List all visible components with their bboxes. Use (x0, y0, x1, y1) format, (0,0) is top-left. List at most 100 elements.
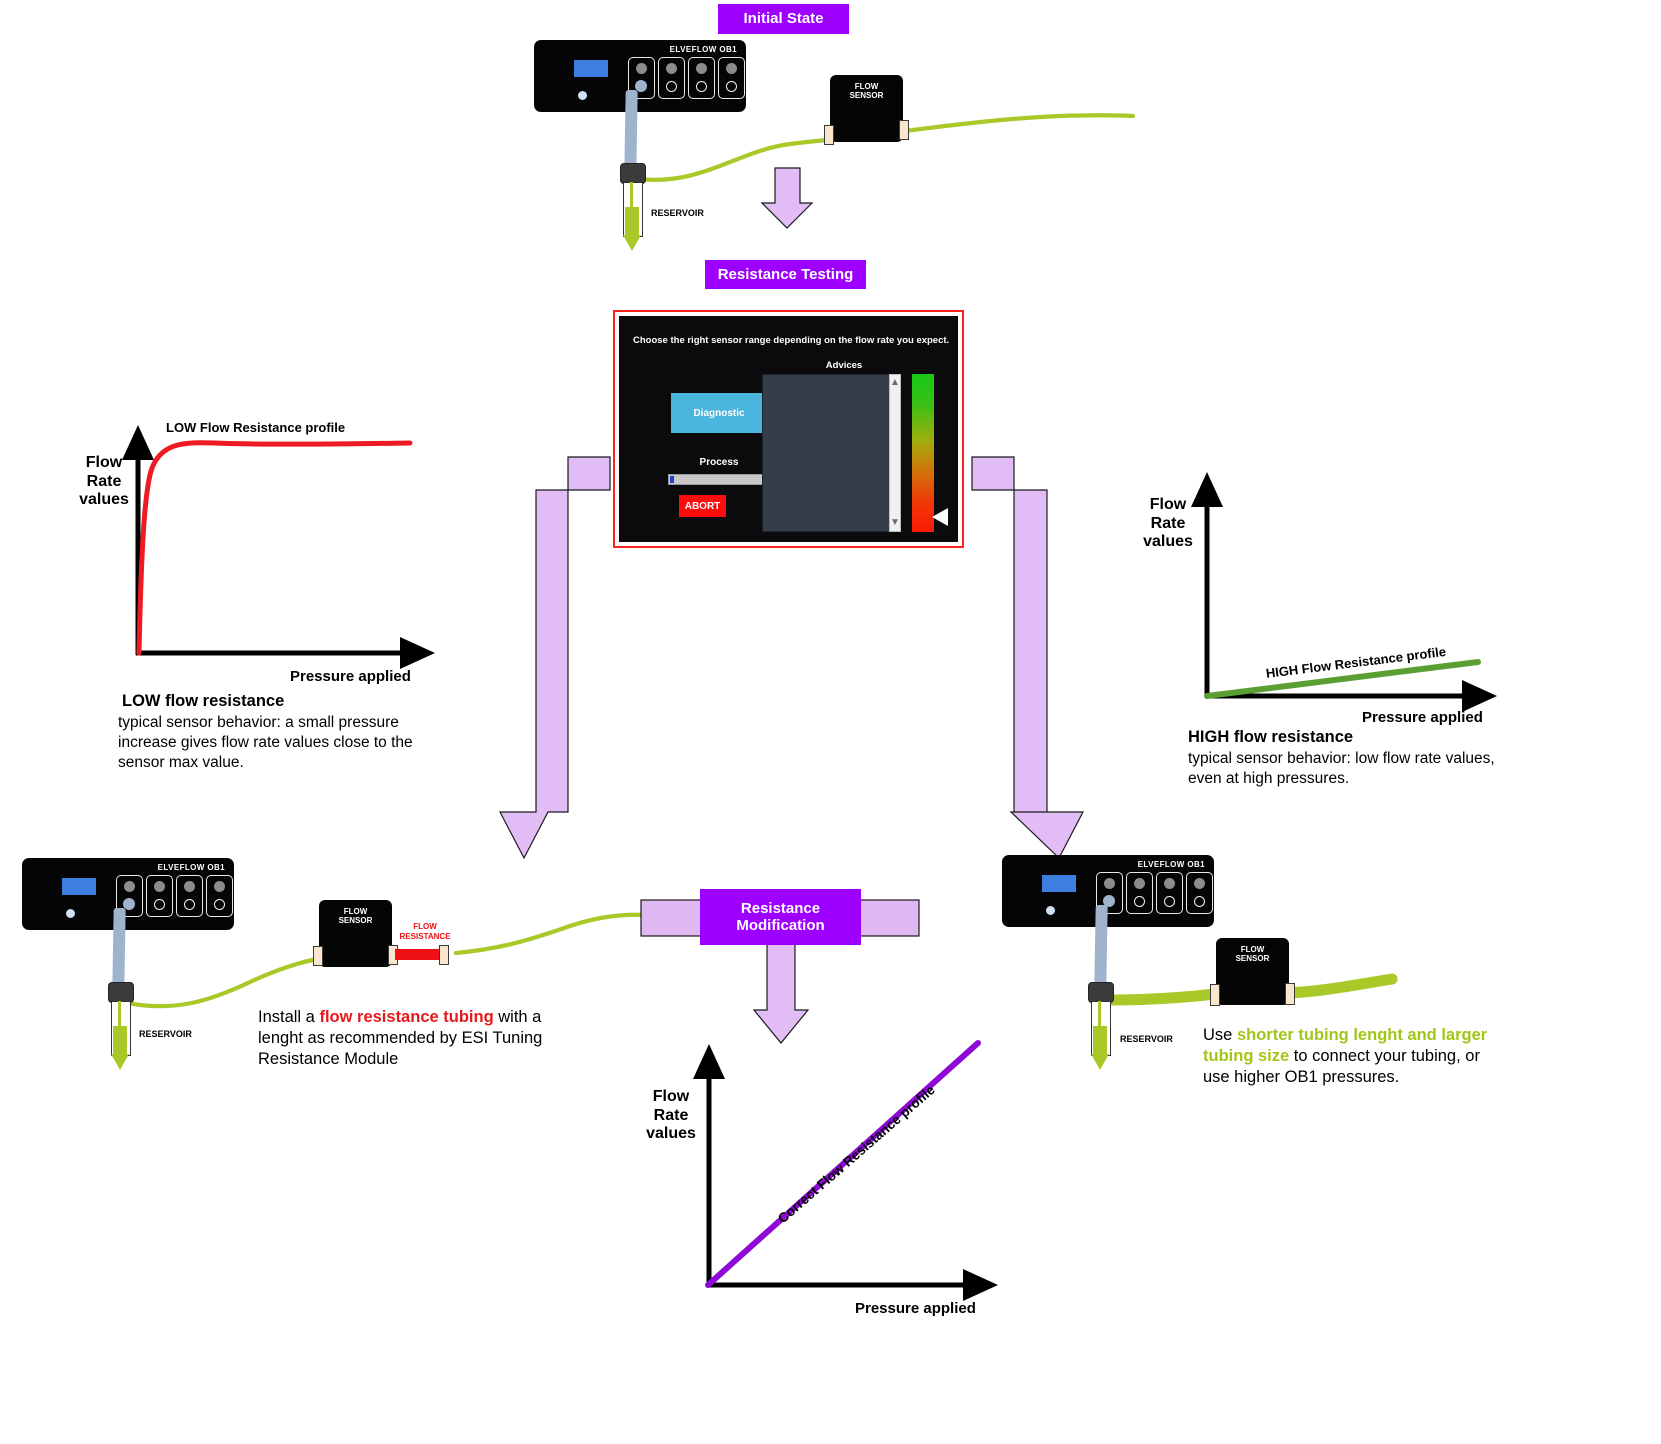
ob1-controller-bottomright[interactable]: ELVEFLOW OB1 (1002, 855, 1214, 927)
stage-label-initial: Initial State (718, 4, 849, 34)
flow-resistance-label: FLOW RESISTANCE (389, 922, 461, 941)
ob1-power-led-top (578, 91, 587, 100)
ob1-title-top: ELVEFLOW OB1 (669, 45, 737, 54)
ob1-title-bottomleft: ELVEFLOW OB1 (157, 863, 225, 872)
ob1-port-2-top-dot (666, 63, 677, 74)
ob1-port-4-bottomright[interactable] (1186, 872, 1213, 914)
ob1-port-4-bottomleft-dot (214, 881, 225, 892)
reservoir-cap-top (620, 163, 646, 184)
ob1-power-led-bottomleft (66, 909, 75, 918)
stage-label-modification-text: Resistance Modification (736, 899, 825, 934)
ob1-port-3-bottomleft[interactable] (176, 875, 203, 917)
advice-right-text: Use shorter tubing lenght and larger tub… (1203, 1025, 1503, 1088)
flow-resistance-label-1: FLOW (413, 922, 437, 931)
pressure-line-bottomright (1094, 904, 1108, 988)
reservoir-liquid-bottomleft (113, 1026, 127, 1054)
ob1-port-1-bottomright-dot (1104, 878, 1115, 889)
pressure-line-top (624, 89, 638, 173)
ob1-port-3-bottomleft-dot (184, 881, 195, 892)
flow-sensor-bottomleft: FLOW SENSOR (319, 900, 392, 967)
flow-sensor-top: FLOW SENSOR (830, 75, 903, 142)
chart-high-xlabel: Pressure applied (1362, 709, 1483, 726)
reservoir-inner-tube-bottomright (1098, 1001, 1101, 1029)
ob1-port-4-bottomleft[interactable] (206, 875, 233, 917)
chart-low-xlabel: Pressure applied (290, 668, 411, 685)
reservoir-label-top: RESERVOIR (651, 208, 704, 218)
chart-high-ylabel: Flow Rate values (1137, 478, 1199, 552)
flow-resistance-tubing (395, 949, 441, 960)
ob1-port-2-top-outlet (666, 81, 677, 92)
ob1-port-3-bottomright-dot (1164, 878, 1175, 889)
arrow-initial-to-testing (760, 167, 814, 229)
ob1-port-2-bottomleft-dot (154, 881, 165, 892)
high-resistance-description: typical sensor behavior: low flow rate v… (1188, 750, 1495, 787)
chart-correct-xlabel: Pressure applied (855, 1300, 976, 1317)
abort-button-label: ABORT (684, 500, 721, 512)
resistance-testing-dialog[interactable]: Choose the right sensor range depending … (613, 310, 964, 548)
ob1-port-3-top[interactable] (688, 57, 715, 99)
advice-right-pre: Use (1203, 1026, 1237, 1044)
ob1-port-4-top[interactable] (718, 57, 745, 99)
ob1-port-2-top[interactable] (658, 57, 685, 99)
chart-correct-ylabel-text: Flow Rate values (646, 1088, 696, 1143)
reservoir-liquid-bottomright (1093, 1026, 1107, 1054)
stage-label-initial-text: Initial State (743, 10, 824, 28)
advice-left-pre: Install a (258, 1008, 320, 1026)
ob1-title-bottomright: ELVEFLOW OB1 (1137, 860, 1205, 869)
stage-label-testing-text: Resistance Testing (717, 265, 854, 283)
stage-label-testing: Resistance Testing (705, 260, 866, 289)
ob1-port-4-top-outlet (726, 81, 737, 92)
sensor-fitting-top-out (899, 120, 909, 140)
advices-scrollbar[interactable]: ▲ ▼ (889, 374, 901, 532)
tubing-top-right (902, 113, 1136, 134)
scroll-up-icon[interactable]: ▲ (890, 378, 900, 388)
reservoir-cap-bottomright (1088, 982, 1114, 1003)
dialog-advices-label: Advices (825, 360, 863, 371)
flow-resistance-label-2: RESISTANCE (399, 931, 451, 941)
ob1-port-4-bottomright-dot (1194, 878, 1205, 889)
flow-sensor-bottomright-label-2: SENSOR (1235, 954, 1270, 964)
arrow-modification-down (752, 939, 810, 1044)
ob1-port-3-bottomleft-outlet (184, 899, 195, 910)
ob1-controller-bottomleft[interactable]: ELVEFLOW OB1 (22, 858, 234, 930)
process-progress-bar (668, 474, 767, 485)
sensor-fitting-top-in (824, 125, 834, 145)
tubing-bottomright-b (1279, 973, 1398, 999)
chart-low-ylabel: Flow Rate values (74, 436, 134, 510)
advices-list-box[interactable] (762, 374, 901, 532)
ob1-port-4-bottomleft-outlet (214, 899, 225, 910)
flow-sensor-bottomleft-label-1: FLOW (343, 907, 368, 916)
reservoir-inner-tube-bottomleft (118, 1001, 121, 1029)
ob1-port-3-bottomright[interactable] (1156, 872, 1183, 914)
ob1-port-2-bottomright-dot (1134, 878, 1145, 889)
low-resistance-title: LOW flow resistance (122, 692, 285, 710)
sensor-fitting-br-in (1210, 984, 1220, 1006)
ob1-display-top (574, 60, 608, 77)
process-progress-fill (670, 476, 674, 483)
reservoir-cap-bottomleft (108, 982, 134, 1003)
diagnostic-button-label: Diagnostic (693, 407, 745, 419)
ob1-port-3-bottomright-outlet (1164, 896, 1175, 907)
ob1-port-2-bottomleft[interactable] (146, 875, 173, 917)
flow-sensor-bottomright: FLOW SENSOR (1216, 938, 1289, 1005)
low-resistance-description: typical sensor behavior: a small pressur… (118, 714, 413, 771)
ob1-power-led-bottomright (1046, 906, 1055, 915)
reservoir-inner-tube-top (630, 182, 633, 210)
ob1-port-2-bottomright[interactable] (1126, 872, 1153, 914)
resistance-gradient-gauge (912, 374, 934, 532)
arrow-testing-to-high (971, 456, 1084, 859)
dialog-heading: Choose the right sensor range depending … (633, 335, 950, 346)
scroll-down-icon[interactable]: ▼ (890, 518, 900, 528)
resistance-fitting-out (439, 945, 449, 965)
abort-button[interactable]: ABORT (679, 495, 726, 517)
ob1-controller-top[interactable]: ELVEFLOW OB1 (534, 40, 746, 112)
tubing-bottomleft-b (453, 912, 648, 956)
diagnostic-button[interactable]: Diagnostic (671, 393, 767, 433)
chart-low-axes (121, 425, 435, 670)
ob1-port-2-bottomleft-outlet (154, 899, 165, 910)
tubing-bottomleft-a (125, 956, 321, 1009)
sensor-fitting-bl-in (313, 946, 323, 966)
ob1-port-3-top-dot (696, 63, 707, 74)
ob1-port-1-bottomleft-dot (124, 881, 135, 892)
flow-sensor-bottomleft-label-2: SENSOR (338, 916, 373, 926)
